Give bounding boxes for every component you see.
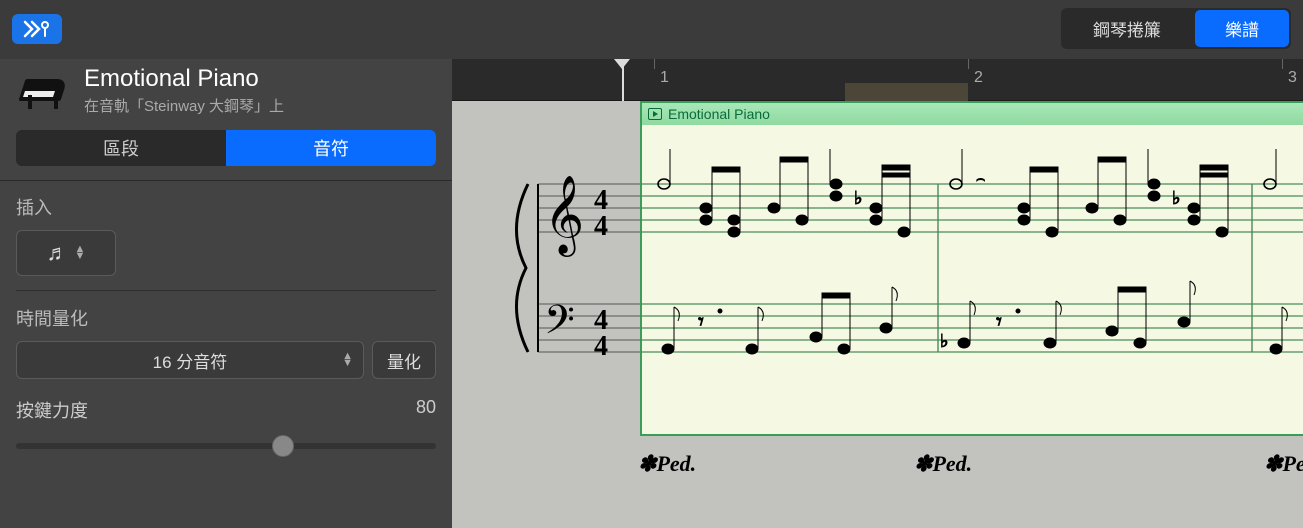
insert-note-value-select[interactable]: ♬ ▲▼ — [16, 230, 116, 276]
quantize-value-select[interactable]: 16 分音符 ▲▼ — [16, 341, 364, 379]
notes-mode-button[interactable]: 音符 — [226, 130, 436, 166]
velocity-label: 按鍵力度 — [16, 397, 88, 423]
region-mode-button[interactable]: 區段 — [16, 130, 226, 166]
region-name: Emotional Piano — [668, 106, 770, 122]
catch-playhead-button[interactable] — [12, 14, 62, 44]
timeline-ruler[interactable]: 1 2 3 — [452, 59, 1303, 101]
quantize-button[interactable]: 量化 — [372, 341, 436, 379]
score-tab[interactable]: 樂譜 — [1195, 10, 1289, 47]
bass-clef-icon: 𝄢 — [544, 299, 575, 352]
insert-label: 插入 — [16, 194, 436, 220]
quantize-value-text: 16 分音符 — [153, 348, 228, 373]
svg-text:♭: ♭ — [854, 188, 863, 208]
stepper-icon: ▲▼ — [75, 246, 86, 260]
track-icon — [20, 71, 68, 111]
play-icon — [648, 108, 662, 120]
piano-roll-tab[interactable]: 鋼琴捲簾 — [1063, 10, 1191, 47]
svg-text:♭: ♭ — [1172, 188, 1181, 208]
ruler-number: 2 — [974, 69, 983, 87]
svg-text:♭: ♭ — [940, 331, 949, 351]
velocity-slider[interactable] — [16, 431, 436, 461]
inspector-sidebar: Emotional Piano 在音軌「Steinway 大鋼琴」上 區段 音符… — [0, 59, 452, 528]
ruler-tick — [654, 59, 655, 69]
ruler-tick — [968, 59, 969, 69]
svg-text:⌢: ⌢ — [976, 170, 985, 186]
svg-text:𝄾: 𝄾 — [996, 309, 1002, 334]
quantize-label: 時間量化 — [16, 305, 436, 331]
ruler-tick — [1282, 59, 1283, 69]
svg-text:4: 4 — [594, 331, 608, 362]
treble-clef-icon: 𝄞 — [544, 176, 584, 257]
cycle-region[interactable] — [845, 83, 968, 101]
view-mode-switcher: 鋼琴捲簾 樂譜 — [1061, 8, 1291, 49]
inspector-mode-switch: 區段 音符 — [16, 130, 436, 166]
pedal-mark: ✽Ped. — [638, 451, 696, 477]
sixteenth-note-icon: ♬ — [47, 240, 69, 266]
playhead[interactable] — [622, 59, 624, 101]
score-editor-area[interactable]: 1 2 3 Emotional Piano — [452, 59, 1303, 528]
ruler-number: 3 — [1288, 69, 1297, 87]
svg-text:𝄾: 𝄾 — [698, 309, 704, 334]
track-subtitle: 在音軌「Steinway 大鋼琴」上 — [84, 95, 284, 116]
svg-text:4: 4 — [594, 211, 608, 242]
track-title: Emotional Piano — [84, 65, 284, 93]
stepper-icon: ▲▼ — [342, 353, 353, 367]
pedal-mark: ✽Ped. — [1264, 451, 1303, 477]
ruler-number: 1 — [660, 69, 669, 87]
pedal-mark: ✽Ped. — [914, 451, 972, 477]
velocity-value: 80 — [416, 397, 436, 423]
